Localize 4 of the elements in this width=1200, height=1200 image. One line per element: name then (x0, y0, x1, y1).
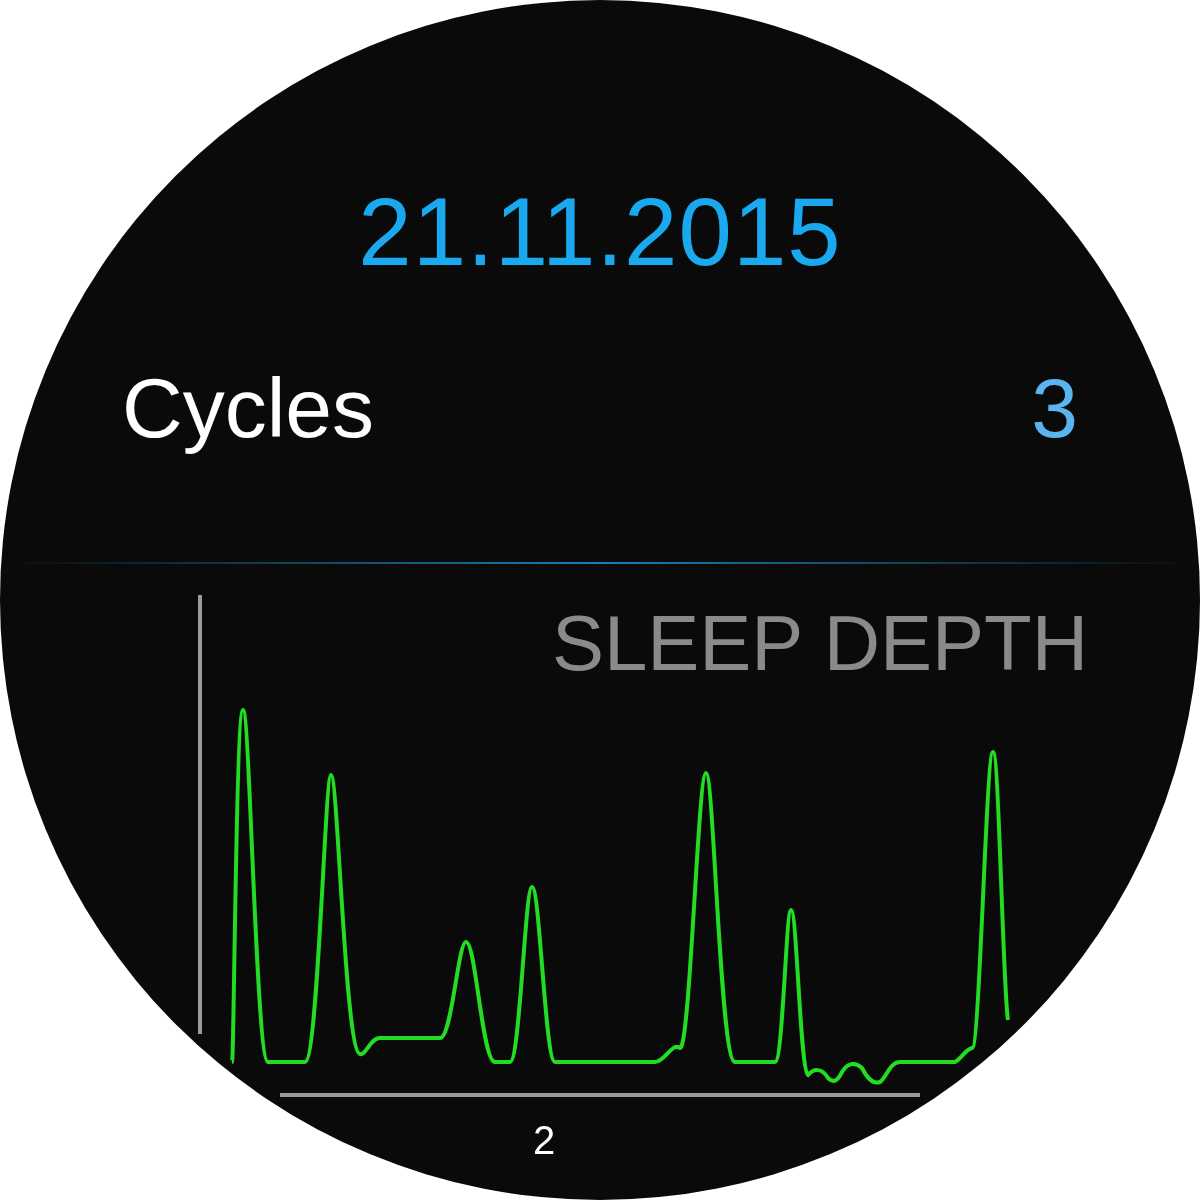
stat-value: 3 (1031, 366, 1078, 450)
axis-tick-label: 2 (533, 1120, 556, 1160)
date-title: 21.11.2015 (358, 184, 842, 280)
chart-title: SLEEP DEPTH (551, 604, 1088, 682)
